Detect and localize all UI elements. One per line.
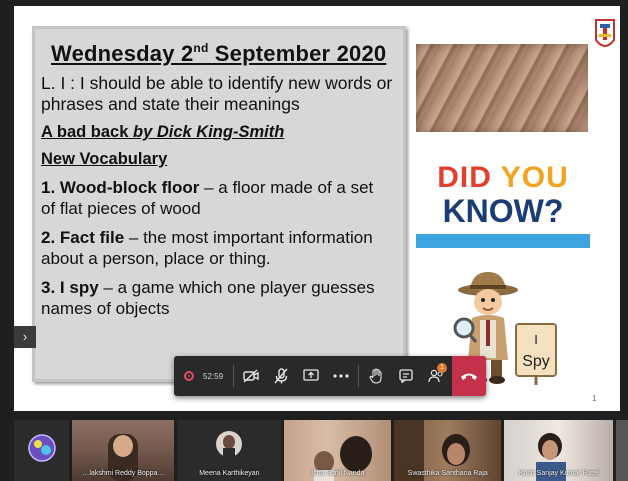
- you-text: YOU: [500, 161, 569, 194]
- vocab-definition: – a game which one player guesses: [98, 278, 375, 297]
- participant-tile[interactable]: Isha Sunil Nanda: [284, 420, 392, 481]
- vocab-item: 1. Wood-block floor – a floor made of a …: [41, 177, 397, 219]
- previous-slide-button[interactable]: ›: [14, 326, 36, 348]
- record-icon: [184, 371, 194, 381]
- did-text: DID: [437, 161, 492, 194]
- participant-name: Krish Sanjay Kumar Patel: [518, 470, 599, 477]
- vocab-term: Fact file: [59, 228, 125, 247]
- avatar: [28, 434, 56, 462]
- vocab-item: 3. I spy – a game which one player guess…: [41, 277, 397, 319]
- did-you-know-image: DID YOU KNOW?: [416, 156, 590, 248]
- school-logo: [595, 19, 615, 47]
- mic-off-icon: [274, 368, 288, 384]
- title-date-part: Wednesday 2: [51, 41, 194, 66]
- chevron-right-icon: ›: [22, 329, 28, 344]
- recording-indicator: 52:59: [174, 356, 231, 396]
- know-text: KNOW?: [442, 193, 564, 229]
- vocab-definition-cont: names of objects: [41, 299, 170, 318]
- participant-tile[interactable]: Swasthika Santhana Raja: [394, 420, 502, 481]
- divider: [358, 365, 360, 387]
- participant-name: Swasthika Santhana Raja: [407, 470, 488, 477]
- share-screen-button[interactable]: [296, 356, 326, 396]
- mic-toggle-button[interactable]: [266, 356, 296, 396]
- lesson-text-panel: Wednesday 2nd September 2020 L. I : I sh…: [32, 26, 406, 382]
- shared-slide: Wednesday 2nd September 2020 L. I : I sh…: [14, 6, 620, 411]
- vocab-number: 3.: [41, 278, 56, 297]
- vocab-term: Wood-block floor: [59, 178, 200, 197]
- participant-tile[interactable]: Meena Karthikeyan: [177, 420, 282, 481]
- chat-icon: [399, 369, 413, 383]
- book-title: A bad back: [41, 123, 129, 141]
- vocab-heading: New Vocabulary: [41, 150, 168, 168]
- video-off-icon: [243, 369, 259, 383]
- participant-name: Meena Karthikeyan: [199, 470, 260, 477]
- meeting-controls-bar: 52:59 1: [174, 356, 486, 396]
- book-reference: A bad back by Dick King-Smith: [41, 123, 397, 142]
- participant-tile[interactable]: [616, 420, 628, 481]
- book-author: by Dick King-Smith: [133, 123, 285, 141]
- slide-page-number: 1: [592, 394, 597, 403]
- raise-hand-button[interactable]: [361, 356, 391, 396]
- share-screen-icon: [303, 369, 319, 381]
- participant-name: Isha Sunil Nanda: [311, 470, 365, 477]
- vocab-definition-cont: about a person, place or thing.: [41, 249, 271, 268]
- vocab-term: I spy: [59, 278, 99, 297]
- chat-button[interactable]: [391, 356, 421, 396]
- raise-hand-icon: [369, 368, 382, 384]
- meeting-stage: Wednesday 2nd September 2020 L. I : I sh…: [0, 0, 628, 481]
- vocab-number: 1.: [41, 178, 56, 197]
- spy-sign-line2: Spy: [522, 353, 550, 370]
- recording-timer: 52:59: [203, 371, 224, 381]
- participant-tile[interactable]: …lakshmi Reddy Boppa…: [72, 420, 175, 481]
- divider: [233, 365, 235, 387]
- more-actions-button[interactable]: [326, 356, 356, 396]
- participants-button[interactable]: 1: [421, 356, 451, 396]
- spy-sign-line1: I: [534, 332, 538, 347]
- hang-up-icon: [461, 373, 477, 380]
- participant-tile[interactable]: Krish Sanjay Kumar Patel: [504, 420, 614, 481]
- title-date-rest: September 2020: [208, 41, 387, 66]
- vocab-definition: – a floor made of a set: [199, 178, 374, 197]
- camera-toggle-button[interactable]: [236, 356, 266, 396]
- participant-name: …lakshmi Reddy Boppa…: [82, 470, 165, 477]
- more-icon: [333, 374, 349, 378]
- participants-strip: …lakshmi Reddy Boppa… Meena Karthikeyan …: [14, 420, 628, 481]
- vocab-definition-cont: of flat pieces of wood: [41, 199, 201, 218]
- learning-intention: L. I : I should be able to identify new …: [41, 73, 393, 114]
- wood-floor-image: [416, 44, 588, 132]
- participants-count-badge: 1: [437, 363, 448, 373]
- vocab-number: 2.: [41, 228, 56, 247]
- leave-call-button[interactable]: [452, 356, 486, 396]
- slide-title: Wednesday 2nd September 2020: [51, 41, 397, 67]
- vocab-definition: – the most important information: [124, 228, 373, 247]
- vocab-item: 2. Fact file – the most important inform…: [41, 227, 397, 269]
- participant-tile[interactable]: [14, 420, 70, 481]
- title-suffix: nd: [193, 41, 209, 55]
